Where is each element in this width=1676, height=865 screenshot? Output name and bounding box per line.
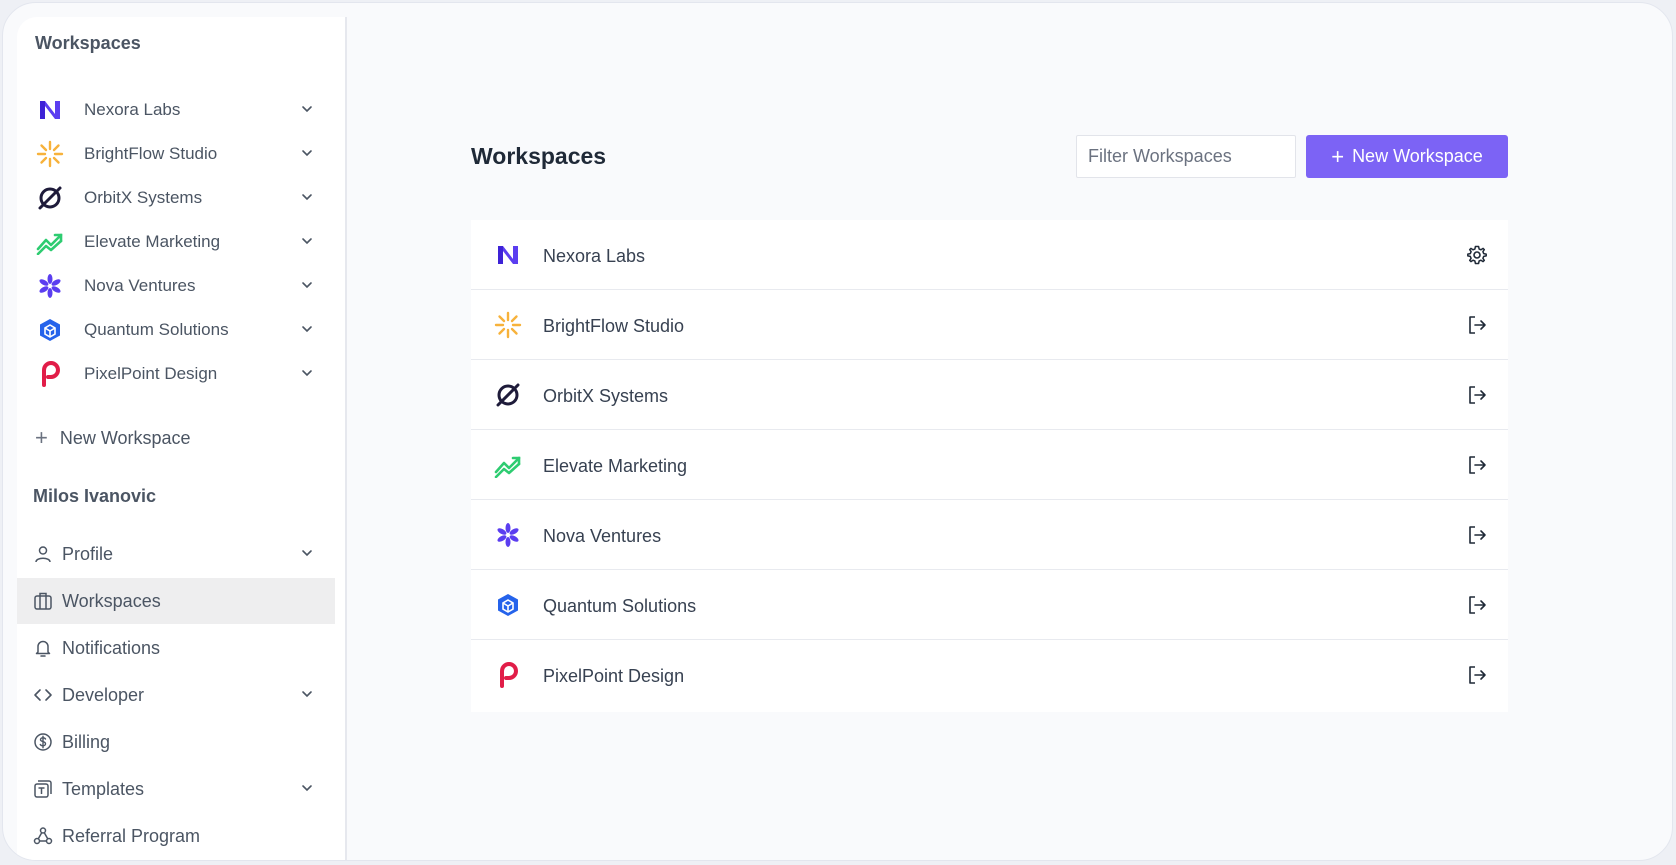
chevron-down-icon[interactable]	[299, 686, 315, 702]
page-title: Workspaces	[471, 143, 607, 169]
leave-workspace-icon[interactable]	[1466, 384, 1488, 406]
brightflow-logo-icon	[493, 310, 523, 340]
sidebar-workspace-label: PixelPoint Design	[84, 364, 218, 383]
nav-item-templates[interactable]: Templates	[17, 766, 335, 812]
nav-item-label: Developer	[62, 685, 145, 705]
chevron-down-icon[interactable]	[299, 101, 315, 117]
leave-workspace-icon[interactable]	[1466, 594, 1488, 616]
workspace-row-label: PixelPoint Design	[543, 666, 685, 686]
workspace-row-orbitx-systems[interactable]: OrbitX Systems	[471, 360, 1508, 430]
sidebar-workspace-orbitx-systems[interactable]: OrbitX Systems	[17, 175, 335, 219]
workspace-row-label: Nova Ventures	[543, 526, 662, 546]
quantum-logo-icon	[493, 590, 523, 620]
dollar-icon	[34, 733, 52, 751]
code-icon	[34, 689, 52, 701]
plus-icon: +	[35, 425, 48, 450]
sidebar-workspace-label: OrbitX Systems	[84, 188, 203, 207]
nav-item-profile[interactable]: Profile	[17, 531, 335, 577]
elevate-logo-icon	[35, 227, 65, 257]
gear-icon[interactable]	[1466, 244, 1488, 266]
chevron-down-icon[interactable]	[299, 277, 315, 293]
leave-workspace-icon[interactable]	[1466, 664, 1488, 686]
nav-item-label: Notifications	[62, 638, 161, 658]
workspace-row-label: OrbitX Systems	[543, 386, 669, 406]
orbitx-logo-icon	[35, 183, 65, 213]
nav-item-label: Billing	[62, 732, 111, 752]
sidebar-workspace-nexora-labs[interactable]: Nexora Labs	[17, 87, 335, 131]
leave-workspace-icon[interactable]	[1466, 524, 1488, 546]
user-icon	[35, 546, 51, 563]
orbitx-logo-icon	[493, 380, 523, 410]
sidebar-workspace-label: Elevate Marketing	[84, 232, 221, 251]
chevron-down-icon[interactable]	[299, 780, 315, 796]
workspace-row-pixelpoint-design[interactable]: PixelPoint Design	[471, 640, 1508, 710]
nav-item-label: Referral Program	[62, 826, 201, 846]
sidebar-workspace-pixelpoint-design[interactable]: PixelPoint Design	[17, 351, 335, 395]
workspace-row-label: Quantum Solutions	[543, 596, 697, 616]
bell-icon	[35, 640, 51, 657]
sidebar-title: Workspaces	[35, 33, 141, 53]
nav-item-billing[interactable]: Billing	[17, 719, 335, 765]
nav-item-notifications[interactable]: Notifications	[17, 625, 335, 671]
user-name: Milos Ivanovic	[33, 486, 157, 506]
workspace-row-elevate-marketing[interactable]: Elevate Marketing	[471, 430, 1508, 500]
template-icon	[34, 780, 52, 798]
sidebar-workspace-label: Nexora Labs	[84, 100, 181, 119]
leave-workspace-icon[interactable]	[1466, 454, 1488, 476]
workspace-row-nova-ventures[interactable]: Nova Ventures	[471, 500, 1508, 570]
sidebar-workspace-quantum-solutions[interactable]: Quantum Solutions	[17, 307, 335, 351]
app-window: Workspaces Nexora Labs BrightFlow Studio…	[2, 2, 1673, 861]
sidebar-workspace-label: BrightFlow Studio	[84, 144, 218, 163]
nexora-logo-icon	[35, 95, 65, 125]
nova-logo-icon	[493, 520, 523, 550]
chevron-down-icon[interactable]	[299, 145, 315, 161]
sidebar-workspace-label: Quantum Solutions	[84, 320, 229, 339]
nexora-logo-icon	[493, 240, 523, 270]
nav-item-workspaces[interactable]: Workspaces	[17, 578, 335, 624]
plus-icon: +	[1331, 143, 1345, 169]
nav-item-label: Profile	[62, 544, 114, 564]
chevron-down-icon[interactable]	[299, 233, 315, 249]
elevate-logo-icon	[493, 450, 523, 480]
briefcase-icon	[34, 592, 52, 610]
workspace-row-quantum-solutions[interactable]: Quantum Solutions	[471, 570, 1508, 640]
pixelpoint-logo-icon	[35, 359, 65, 389]
nav-item-referral-program[interactable]: Referral Program	[17, 813, 335, 859]
quantum-logo-icon	[35, 315, 65, 345]
new-workspace-label: New Workspace	[59, 427, 191, 448]
workspace-row-label: Elevate Marketing	[543, 456, 688, 476]
sidebar-workspace-label: Nova Ventures	[84, 276, 196, 295]
new-workspace-button-label: New Workspace	[1352, 146, 1483, 166]
nav-item-label: Templates	[62, 779, 145, 799]
nav-item-label: Workspaces	[62, 591, 161, 611]
chevron-down-icon[interactable]	[299, 321, 315, 337]
leave-workspace-icon[interactable]	[1466, 314, 1488, 336]
workspace-row-brightflow-studio[interactable]: BrightFlow Studio	[471, 290, 1508, 360]
workspace-list: Nexora Labs BrightFlow Studio OrbitX Sys…	[471, 220, 1508, 712]
pixelpoint-logo-icon	[493, 660, 523, 690]
nova-logo-icon	[35, 271, 65, 301]
sidebar-workspace-elevate-marketing[interactable]: Elevate Marketing	[17, 219, 335, 263]
referral-icon	[33, 827, 53, 845]
sidebar-new-workspace-button[interactable]: + New Workspace	[35, 423, 191, 453]
filter-workspaces-input[interactable]	[1076, 135, 1296, 178]
sidebar: Workspaces Nexora Labs BrightFlow Studio…	[17, 17, 347, 860]
workspace-row-label: BrightFlow Studio	[543, 316, 685, 336]
sidebar-workspace-brightflow-studio[interactable]: BrightFlow Studio	[17, 131, 335, 175]
brightflow-logo-icon	[35, 139, 65, 169]
workspace-row-label: Nexora Labs	[543, 246, 646, 266]
chevron-down-icon[interactable]	[299, 545, 315, 561]
workspace-row-nexora-labs[interactable]: Nexora Labs	[471, 220, 1508, 290]
chevron-down-icon[interactable]	[299, 365, 315, 381]
new-workspace-button[interactable]: + New Workspace	[1306, 135, 1508, 178]
nav-item-developer[interactable]: Developer	[17, 672, 335, 718]
sidebar-workspace-nova-ventures[interactable]: Nova Ventures	[17, 263, 335, 307]
chevron-down-icon[interactable]	[299, 189, 315, 205]
